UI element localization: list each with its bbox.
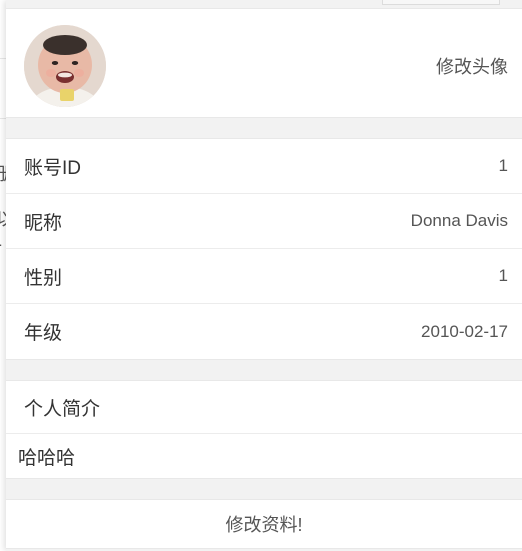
row-value: 1 bbox=[498, 266, 508, 285]
bio-title: 个人简介 bbox=[6, 381, 522, 434]
row-label: 性别 bbox=[24, 267, 63, 289]
row-nickname[interactable]: 昵称 Donna Davis bbox=[6, 194, 522, 249]
section-gap bbox=[6, 360, 522, 380]
bio-section: 个人简介 哈哈哈 bbox=[6, 380, 522, 479]
profile-panel: 修改头像 账号ID 1 昵称 Donna Davis 性别 1 年级 2010-… bbox=[6, 0, 522, 551]
change-avatar-link[interactable]: 修改头像 bbox=[436, 53, 508, 79]
top-strip bbox=[6, 0, 522, 8]
row-label: 账号ID bbox=[24, 157, 82, 179]
row-label: 昵称 bbox=[24, 212, 63, 234]
row-gender[interactable]: 性别 1 bbox=[6, 249, 522, 304]
row-value: Donna Davis bbox=[410, 211, 508, 230]
row-value: 1 bbox=[498, 156, 508, 175]
avatar-image bbox=[24, 25, 106, 107]
background-glyph: - bbox=[0, 234, 2, 255]
avatar-row[interactable]: 修改头像 bbox=[6, 8, 522, 118]
section-gap bbox=[6, 118, 522, 138]
top-tab-stub bbox=[382, 0, 500, 5]
row-label: 年级 bbox=[24, 323, 63, 344]
edit-profile-button[interactable]: 修改资料! bbox=[6, 499, 522, 549]
avatar[interactable] bbox=[24, 25, 106, 107]
bio-text: 哈哈哈 bbox=[18, 447, 76, 469]
section-gap bbox=[6, 479, 522, 499]
row-value: 2010-02-17 bbox=[421, 321, 508, 341]
row-account-id[interactable]: 账号ID 1 bbox=[6, 139, 522, 194]
row-grade[interactable]: 年级 2010-02-17 bbox=[6, 304, 522, 359]
profile-info-list: 账号ID 1 昵称 Donna Davis 性别 1 年级 2010-02-17 bbox=[6, 138, 522, 360]
